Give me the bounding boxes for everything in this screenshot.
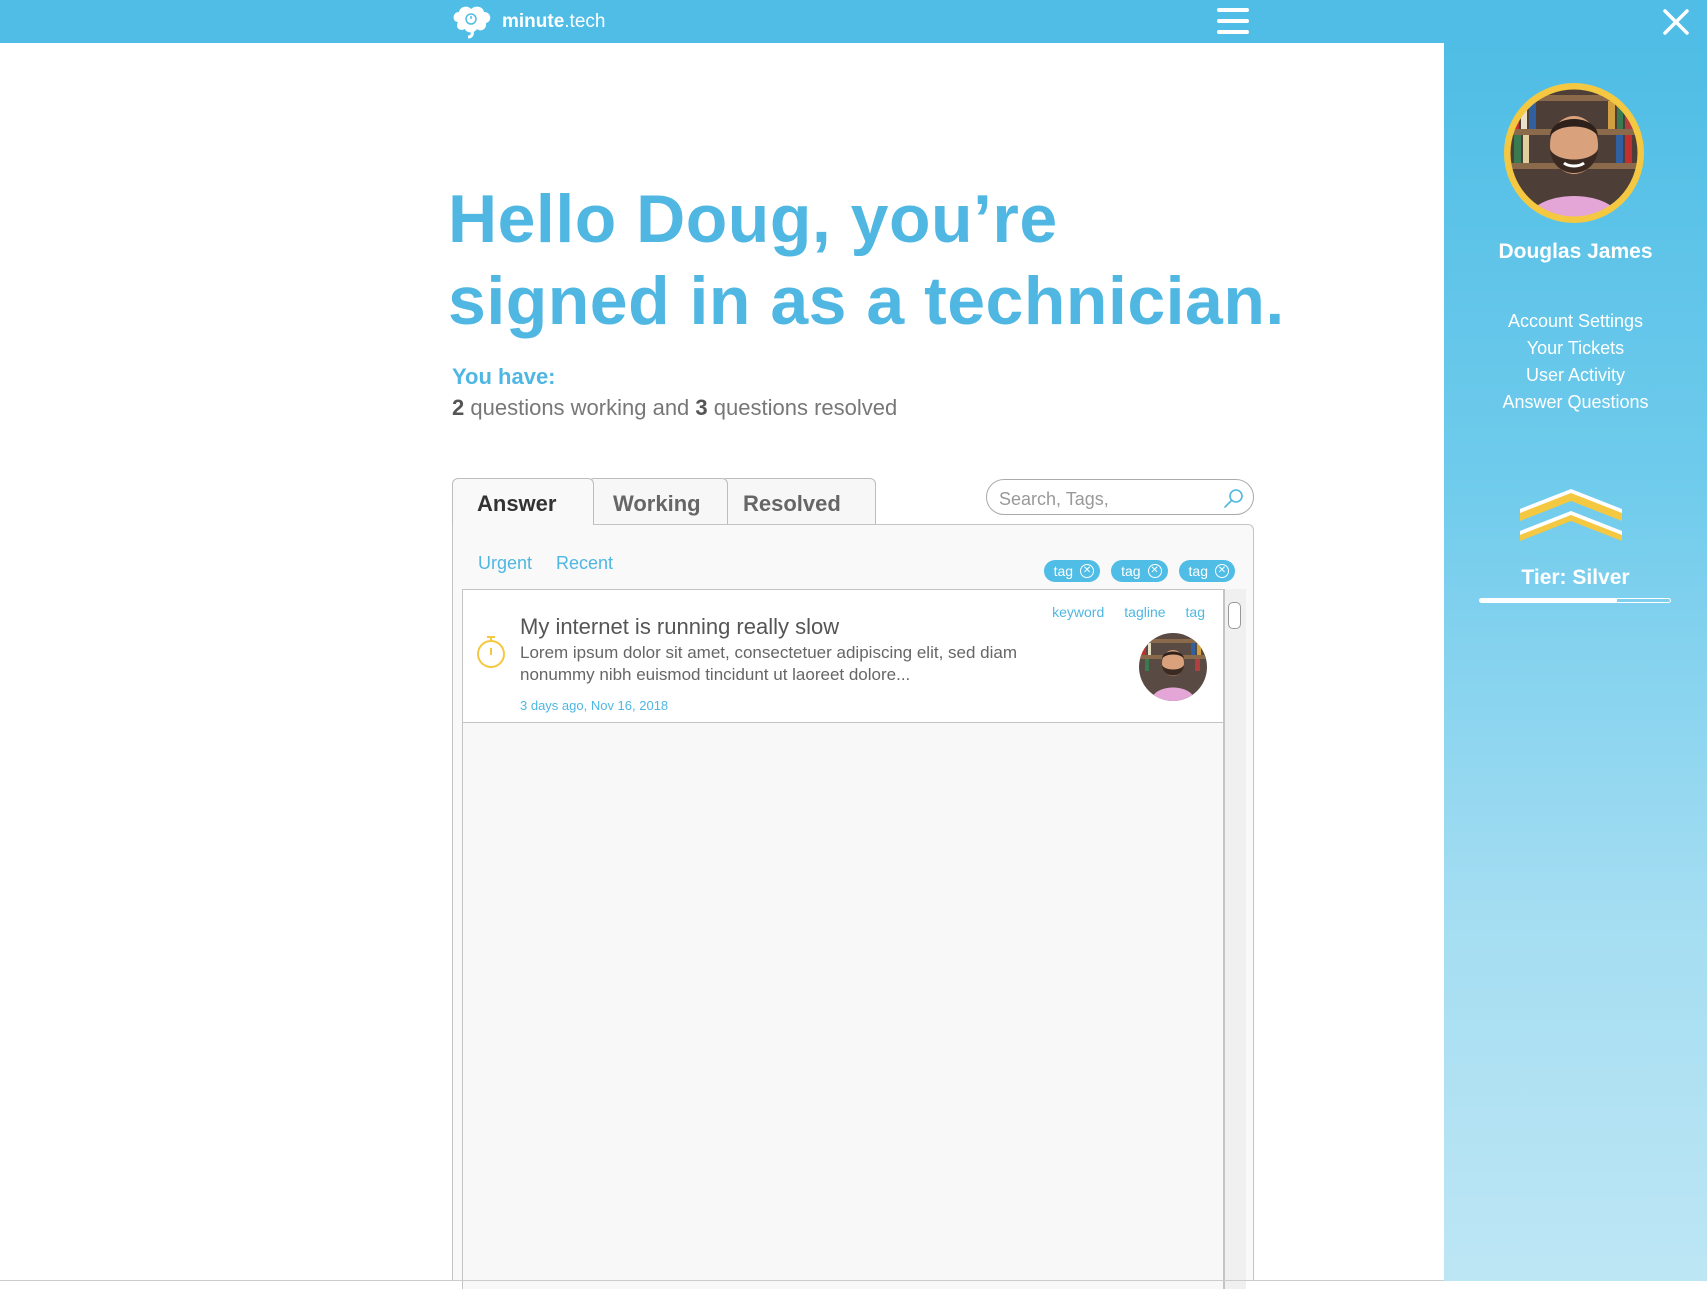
hamburger-menu-icon[interactable] bbox=[1217, 6, 1249, 36]
menu-user-activity[interactable]: User Activity bbox=[1444, 362, 1707, 389]
profile-menu: Account Settings Your Tickets User Activ… bbox=[1444, 308, 1707, 416]
tab-resolved[interactable]: Resolved bbox=[720, 478, 876, 524]
profile-sidebar: Douglas James Account Settings Your Tick… bbox=[1444, 43, 1707, 1281]
ticket-tag[interactable]: tag bbox=[1186, 604, 1205, 620]
menu-your-tickets[interactable]: Your Tickets bbox=[1444, 335, 1707, 362]
tag-chip[interactable]: tag ✕ bbox=[1043, 560, 1101, 582]
tab-working[interactable]: Working bbox=[588, 478, 728, 524]
brand-name: minute.tech bbox=[502, 11, 606, 32]
top-bar: minute.tech bbox=[0, 0, 1707, 43]
resolved-count: 3 bbox=[695, 395, 708, 420]
remove-tag-icon[interactable]: ✕ bbox=[1215, 564, 1229, 578]
remove-tag-icon[interactable]: ✕ bbox=[1080, 564, 1095, 578]
working-count: 2 bbox=[452, 395, 465, 420]
scrollbar[interactable] bbox=[1224, 589, 1246, 1289]
menu-answer-questions[interactable]: Answer Questions bbox=[1444, 389, 1707, 416]
tier-label: Tier: Silver bbox=[1521, 566, 1630, 589]
menu-account-settings[interactable]: Account Settings bbox=[1444, 308, 1707, 335]
tickets-panel: Urgent Recent tag ✕ tag ✕ tag ✕ My inter… bbox=[452, 524, 1254, 1289]
tier-progress-fill bbox=[1480, 599, 1617, 602]
avatar[interactable] bbox=[1504, 83, 1644, 223]
scroll-thumb[interactable] bbox=[1228, 602, 1241, 629]
profile-name: Douglas James bbox=[1498, 240, 1653, 263]
search-box bbox=[986, 479, 1254, 515]
remove-tag-icon[interactable]: ✕ bbox=[1147, 564, 1162, 578]
search-icon[interactable] bbox=[1223, 487, 1245, 509]
ticket-card[interactable]: My internet is running really slow Lorem… bbox=[463, 590, 1223, 723]
ticket-tag[interactable]: keyword bbox=[1052, 604, 1104, 620]
summary-label: You have: bbox=[452, 364, 556, 389]
ticket-tags: keyword tagline tag bbox=[1052, 604, 1205, 620]
ticket-title: My internet is running really slow bbox=[520, 614, 840, 639]
search-input[interactable] bbox=[997, 486, 1221, 512]
ticket-tabs: Resolved Working Answer bbox=[452, 478, 882, 525]
active-tag-chips: tag ✕ tag ✕ tag ✕ bbox=[1043, 560, 1235, 582]
tag-chip[interactable]: tag ✕ bbox=[1111, 560, 1168, 582]
ticket-list: My internet is running really slow Lorem… bbox=[462, 589, 1224, 1289]
filter-urgent[interactable]: Urgent bbox=[478, 553, 532, 574]
ticket-tag[interactable]: tagline bbox=[1124, 604, 1165, 620]
greeting-line-2: signed in as a technician. bbox=[448, 263, 1285, 339]
greeting-line-1: Hello Doug, you’re bbox=[448, 181, 1058, 257]
chevron-rank-icon bbox=[1520, 489, 1622, 541]
ticket-date: 3 days ago, Nov 16, 2018 bbox=[520, 698, 669, 713]
summary-text: 2 questions working and 3 questions reso… bbox=[452, 395, 898, 420]
stopwatch-icon bbox=[477, 636, 505, 668]
tab-answer[interactable]: Answer bbox=[452, 478, 594, 525]
greeting-heading: Hello Doug, you’re signed in as a techni… bbox=[448, 178, 1308, 342]
ticket-body: Lorem ipsum dolor sit amet, consectetuer… bbox=[520, 643, 1018, 684]
tag-chip[interactable]: tag ✕ bbox=[1178, 560, 1235, 582]
avatar bbox=[1139, 633, 1207, 701]
filter-recent[interactable]: Recent bbox=[556, 553, 613, 574]
brain-logo-icon bbox=[453, 6, 491, 39]
tier-progress-bar bbox=[1479, 598, 1671, 603]
logo[interactable]: minute.tech bbox=[450, 4, 605, 40]
close-icon[interactable] bbox=[1662, 8, 1690, 36]
